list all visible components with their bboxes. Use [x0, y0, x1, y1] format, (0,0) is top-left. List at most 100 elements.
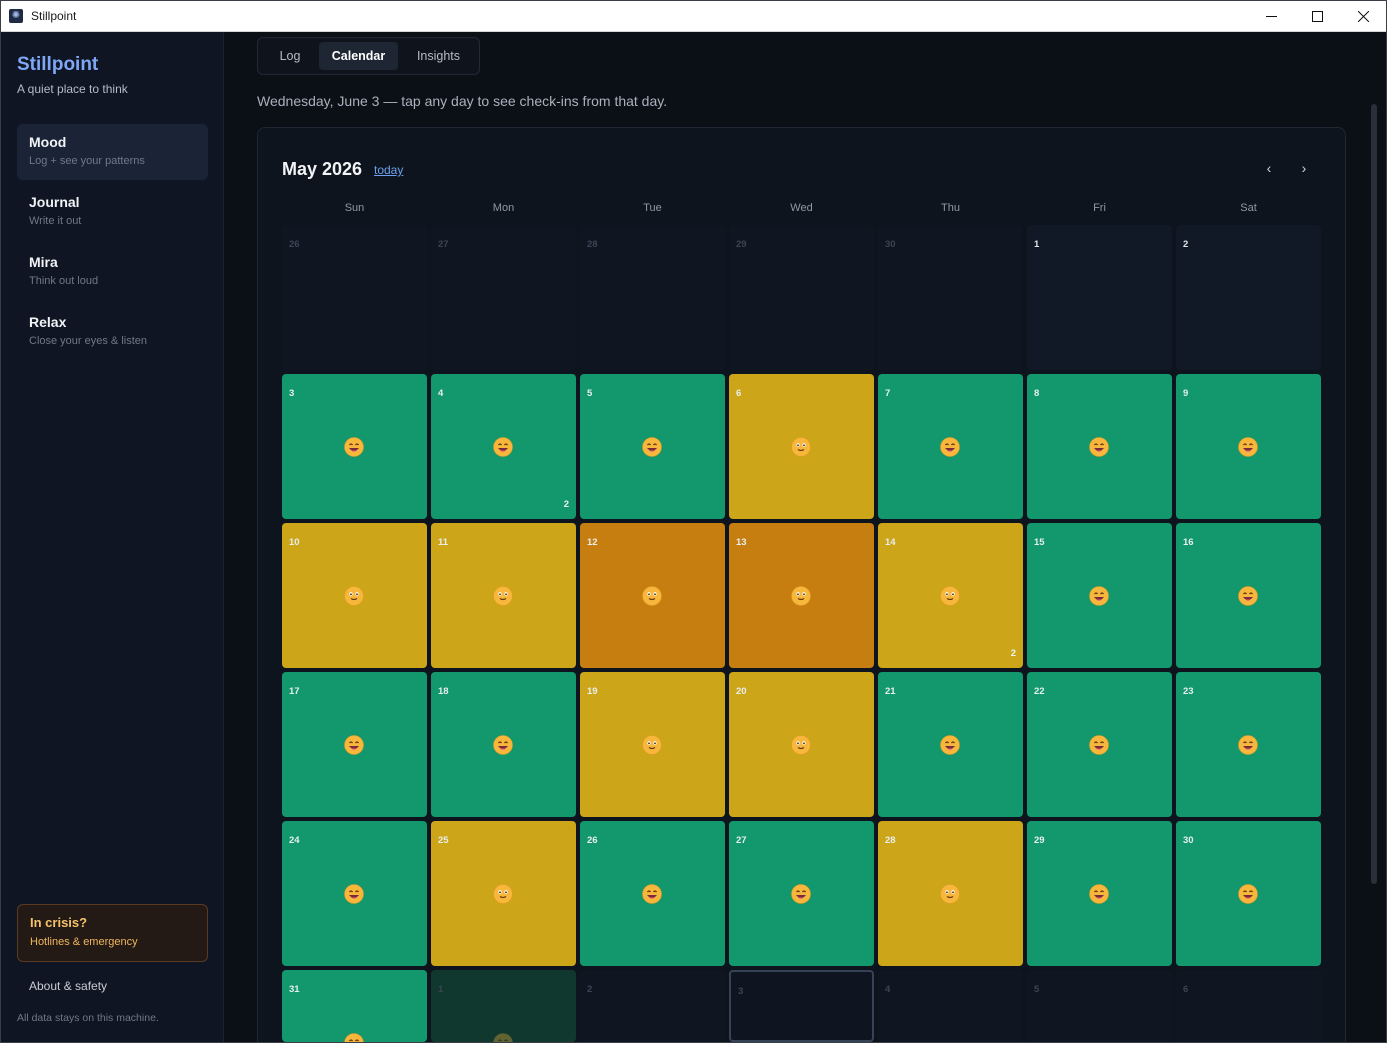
calendar-day[interactable]: 19: [580, 672, 725, 817]
calendar-day[interactable]: 9: [1176, 374, 1321, 519]
calendar-day[interactable]: 17: [282, 672, 427, 817]
prev-month-button[interactable]: ‹: [1257, 156, 1281, 180]
smiling-face-icon: [493, 586, 513, 606]
day-number: 1: [438, 984, 444, 995]
sidebar-item-subtitle: Think out loud: [29, 275, 99, 287]
calendar-day[interactable]: 42: [431, 374, 576, 519]
day-number: 19: [587, 686, 598, 697]
calendar-day[interactable]: 29: [1027, 821, 1172, 966]
grinning-face-icon: [1238, 735, 1258, 755]
smiling-face-icon: [642, 586, 662, 606]
sidebar-item-mira[interactable]: Mira Think out loud: [17, 244, 208, 300]
calendar-day[interactable]: 28: [878, 821, 1023, 966]
brand-tagline: A quiet place to think: [17, 82, 128, 96]
calendar-day[interactable]: 29: [729, 225, 874, 370]
calendar-day[interactable]: 2: [580, 970, 725, 1042]
maximize-button[interactable]: [1294, 1, 1340, 32]
calendar-day[interactable]: 6: [729, 374, 874, 519]
brand-name: Stillpoint: [17, 54, 99, 75]
calendar-day[interactable]: 3: [282, 374, 427, 519]
close-button[interactable]: [1340, 1, 1386, 32]
calendar-day[interactable]: 5: [1027, 970, 1172, 1042]
day-number: 20: [736, 686, 747, 697]
grinning-face-icon: [1089, 884, 1109, 904]
calendar-day[interactable]: 4: [878, 970, 1023, 1042]
grinning-face-icon: [1089, 735, 1109, 755]
calendar-day[interactable]: 14 2: [878, 523, 1023, 668]
calendar-day[interactable]: 12: [580, 523, 725, 668]
calendar-day[interactable]: 24: [282, 821, 427, 966]
smiling-face-icon: [791, 735, 811, 755]
grinning-face-icon: [1238, 437, 1258, 457]
day-number: 28: [587, 239, 598, 250]
calendar-day[interactable]: 20: [729, 672, 874, 817]
sidebar-item-journal[interactable]: Journal Write it out: [17, 184, 208, 240]
calendar-day[interactable]: 5: [580, 374, 725, 519]
tab-insights[interactable]: Insights: [400, 42, 477, 70]
tab-log[interactable]: Log: [262, 42, 318, 70]
day-number: 5: [587, 388, 593, 399]
checkin-count: 2: [563, 499, 569, 510]
grinning-face-icon: [344, 1033, 364, 1042]
maximize-icon: [1311, 11, 1323, 22]
calendar-day[interactable]: 26: [282, 225, 427, 370]
calendar-day[interactable]: 28: [580, 225, 725, 370]
crisis-button[interactable]: In crisis? Hotlines & emergency: [17, 904, 208, 962]
calendar-day[interactable]: 18: [431, 672, 576, 817]
grinning-face-icon: [493, 1033, 513, 1042]
calendar-day[interactable]: 22: [1027, 672, 1172, 817]
weekday-label: Tue: [643, 202, 662, 214]
calendar-day[interactable]: 31: [282, 970, 427, 1042]
calendar-day[interactable]: 7: [878, 374, 1023, 519]
scrollbar[interactable]: [1371, 104, 1377, 884]
calendar-day[interactable]: 6: [1176, 970, 1321, 1042]
sidebar-item-title: Relax: [29, 314, 67, 330]
grinning-face-icon: [791, 884, 811, 904]
day-number: 28: [885, 835, 896, 846]
weekday-label: Wed: [790, 202, 813, 214]
calendar-day[interactable]: 25: [431, 821, 576, 966]
calendar-day[interactable]: 11: [431, 523, 576, 668]
grinning-face-icon: [1089, 586, 1109, 606]
tab-calendar[interactable]: Calendar: [319, 42, 398, 70]
calendar-day[interactable]: 1: [1027, 225, 1172, 370]
calendar-day[interactable]: 27: [431, 225, 576, 370]
calendar-day[interactable]: 8: [1027, 374, 1172, 519]
weekday-label: Sat: [1240, 202, 1257, 214]
day-number: 16: [1183, 537, 1194, 548]
today-link[interactable]: today: [374, 163, 403, 177]
day-number: 9: [1183, 388, 1189, 399]
grinning-face-icon: [493, 735, 513, 755]
calendar-day[interactable]: 26: [580, 821, 725, 966]
calendar-day[interactable]: 2: [1176, 225, 1321, 370]
calendar-day[interactable]: 13: [729, 523, 874, 668]
calendar-day[interactable]: 1: [431, 970, 576, 1042]
calendar-day[interactable]: 21: [878, 672, 1023, 817]
calendar-day[interactable]: 27: [729, 821, 874, 966]
grinning-face-icon: [642, 884, 662, 904]
calendar-day[interactable]: 3: [729, 970, 874, 1042]
weekday-label: Thu: [941, 202, 960, 214]
sidebar-item-relax[interactable]: Relax Close your eyes & listen: [17, 304, 208, 360]
calendar-day[interactable]: 23: [1176, 672, 1321, 817]
calendar-day[interactable]: 10: [282, 523, 427, 668]
title-bar: ✺ Stillpoint: [1, 1, 1386, 32]
day-number: 6: [1183, 984, 1189, 995]
calendar-day[interactable]: 30: [878, 225, 1023, 370]
grinning-face-icon: [940, 735, 960, 755]
app-logo-icon: ✺: [9, 9, 23, 23]
sidebar-item-mood[interactable]: Mood Log + see your patterns: [17, 124, 208, 180]
calendar-day[interactable]: 30: [1176, 821, 1321, 966]
day-number: 1: [1034, 239, 1040, 250]
grinning-face-icon: [1238, 586, 1258, 606]
sidebar-item-subtitle: Write it out: [29, 215, 82, 227]
grinning-face-icon: [940, 437, 960, 457]
calendar-day[interactable]: 15: [1027, 523, 1172, 668]
day-number: 3: [289, 388, 295, 399]
calendar-day[interactable]: 16: [1176, 523, 1321, 668]
minimize-button[interactable]: [1248, 1, 1294, 32]
next-month-button[interactable]: ›: [1292, 156, 1316, 180]
crisis-title: In crisis?: [30, 915, 88, 930]
sidebar: Stillpoint A quiet place to think Mood L…: [1, 32, 224, 1042]
about-safety-link[interactable]: About & safety: [29, 979, 107, 993]
